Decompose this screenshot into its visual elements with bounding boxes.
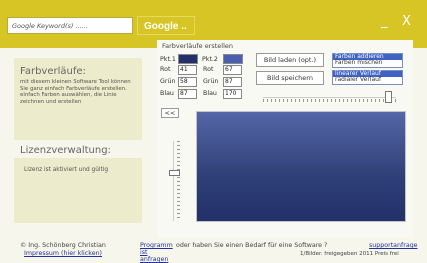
google-search-input[interactable]: Google Keyword(s) ...... (7, 17, 133, 34)
vertical-slider[interactable] (169, 141, 180, 221)
gradient-editor-panel: Farbverläufe erstellen Pkt.1 Pkt.2 Rot 4… (157, 40, 413, 237)
minimize-button[interactable]: _ (381, 14, 388, 29)
red2-input[interactable]: 67 (223, 65, 242, 75)
blue1-input[interactable]: 87 (178, 89, 197, 99)
editor-title: Farbverläufe erstellen (162, 42, 234, 50)
blue1-label: Blau (160, 90, 174, 97)
load-image-button[interactable]: Bild laden (opt.) (256, 53, 324, 67)
google-search-button[interactable]: Google .. (137, 16, 195, 35)
horizontal-slider[interactable] (263, 91, 396, 103)
close-button[interactable]: X (402, 14, 411, 29)
info-panel: Farbverläufe: mit diesem kleinen Softwar… (14, 58, 142, 140)
vertical-slider-ticks (177, 141, 180, 221)
horizontal-slider-track (263, 97, 396, 98)
point2-label: Pkt.2 (202, 56, 218, 63)
support-request-link[interactable]: supportanfrage (369, 242, 418, 249)
green1-label: Grün (160, 78, 176, 85)
vertical-slider-thumb[interactable] (169, 170, 180, 176)
color-mode-list[interactable]: Farben addieren Farben mischen (332, 53, 403, 68)
gradient-preview-canvas[interactable] (196, 111, 406, 222)
apply-colors-button[interactable]: << (161, 108, 179, 118)
version-text: 1/Bilder. freigegeben 2011 Preis frei (300, 251, 399, 257)
info-description: mit diesem kleinen Software Tool können … (20, 79, 131, 105)
license-title: Lizenzverwaltung: (20, 145, 111, 156)
red1-input[interactable]: 41 (178, 65, 197, 75)
green2-input[interactable]: 87 (223, 77, 242, 87)
point1-color-swatch[interactable] (178, 54, 198, 64)
bedarf-text: oder haben Sie einen Bedarf für eine Sof… (176, 242, 328, 249)
copyright-text: © Ing. Schönberg Christian (20, 242, 106, 249)
programm-link[interactable]: Programm ist anfragen (140, 242, 174, 263)
impressum-link[interactable]: Impressum (hier klicken) (24, 250, 102, 257)
vertical-slider-track (173, 141, 174, 221)
blue2-input[interactable]: 170 (223, 89, 242, 99)
point2-color-swatch[interactable] (223, 54, 243, 64)
green2-label: Grün (203, 78, 219, 85)
info-title: Farbverläufe: (20, 66, 86, 77)
color-mode-option-mix[interactable]: Farben mischen (333, 59, 402, 66)
blue2-label: Blau (203, 90, 217, 97)
gradient-type-list[interactable]: linearer Verlauf radialer Verlauf (332, 70, 403, 85)
gradient-type-option-radial[interactable]: radialer Verlauf (333, 76, 402, 83)
save-image-button[interactable]: Bild speichern (256, 71, 324, 85)
horizontal-slider-thumb[interactable] (385, 91, 392, 103)
point1-label: Pkt.1 (160, 56, 176, 63)
horizontal-slider-ticks (263, 99, 396, 102)
green1-input[interactable]: 58 (178, 77, 197, 87)
red1-label: Rot (160, 66, 171, 73)
license-status-text: Lizenz ist aktiviert und gültig (24, 167, 109, 173)
red2-label: Rot (203, 66, 214, 73)
license-panel: Lizenz ist aktiviert und gültig (14, 158, 142, 223)
